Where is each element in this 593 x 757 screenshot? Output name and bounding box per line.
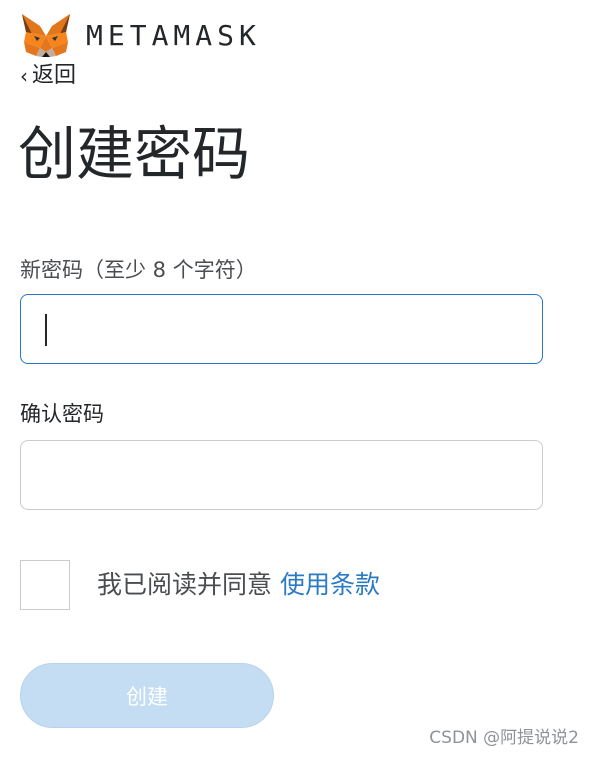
metamask-wordmark: METAMASK — [86, 19, 261, 52]
confirm-password-field-wrapper — [20, 440, 543, 510]
back-button[interactable]: ‹ 返回 — [20, 62, 76, 90]
text-caret — [45, 314, 47, 346]
terms-prefix: 我已阅读并同意 — [97, 570, 280, 599]
confirm-password-input[interactable] — [21, 441, 542, 509]
csdn-watermark: CSDN @阿提说说2 — [429, 728, 579, 748]
new-password-input[interactable] — [21, 295, 542, 363]
new-password-label: 新密码（至少 8 个字符） — [20, 258, 257, 282]
page-title: 创建密码 — [18, 120, 251, 188]
metamask-fox-icon — [20, 12, 72, 58]
terms-of-use-link[interactable]: 使用条款 — [280, 570, 380, 599]
metamask-logo — [20, 12, 72, 58]
confirm-password-label: 确认密码 — [20, 402, 104, 426]
terms-checkbox[interactable] — [20, 560, 70, 610]
back-label: 返回 — [32, 63, 77, 88]
new-password-field-wrapper — [20, 294, 543, 364]
create-button[interactable]: 创建 — [20, 663, 274, 728]
terms-agreement-text: 我已阅读并同意 使用条款 — [97, 567, 380, 603]
chevron-left-icon: ‹ — [20, 64, 28, 88]
